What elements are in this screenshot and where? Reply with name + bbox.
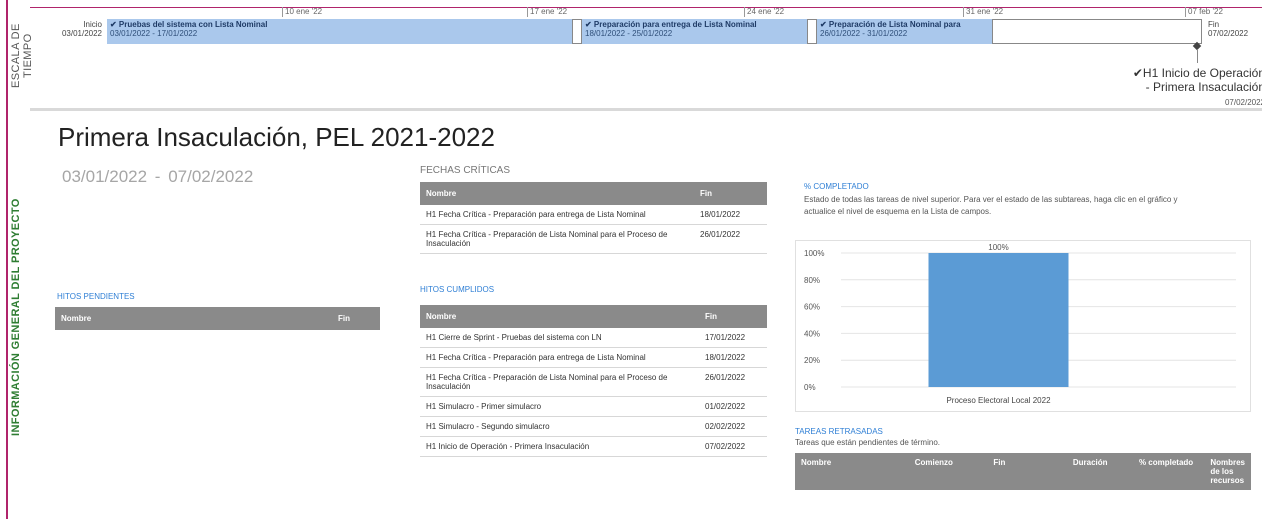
project-date-range: 03/01/2022 - 07/02/2022	[62, 167, 254, 186]
column-header: Comienzo	[908, 453, 988, 490]
table-header-row: Nombre Comienzo Fin Duración % completad…	[795, 453, 1251, 490]
timeline[interactable]: 10 ene '22 17 ene '22 24 ene '22 31 ene …	[30, 0, 1262, 110]
critical-dates-table[interactable]: Nombre Fin H1 Fecha Crítica - Preparació…	[420, 182, 767, 254]
table-cell: H1 Cierre de Sprint - Pruebas del sistem…	[420, 328, 699, 348]
timeline-axis	[30, 7, 1262, 8]
table-row[interactable]: H1 Cierre de Sprint - Pruebas del sistem…	[420, 328, 767, 348]
completed-milestones-table[interactable]: Nombre Fin H1 Cierre de Sprint - Pruebas…	[420, 305, 767, 457]
y-tick-label: 80%	[804, 276, 820, 285]
delayed-tasks-table[interactable]: Nombre Comienzo Fin Duración % completad…	[795, 453, 1251, 490]
table-header-row: Nombre Fin	[420, 182, 767, 205]
column-header: Fin	[694, 182, 767, 205]
left-accent-bar	[0, 0, 8, 519]
column-header: Nombre	[420, 182, 694, 205]
table-cell: H1 Fecha Crítica - Preparación para entr…	[420, 205, 694, 225]
timeline-tick: 07 feb '22	[1185, 7, 1223, 17]
column-header: Fin	[699, 305, 767, 328]
y-tick-label: 60%	[804, 303, 820, 312]
timeline-bar-title: ✔ Pruebas del sistema con Lista Nominal	[110, 20, 268, 29]
table-header-row: Nombre Fin	[420, 305, 767, 328]
table-cell: H1 Fecha Crítica - Preparación de Lista …	[420, 367, 699, 397]
table-cell: 17/01/2022	[699, 328, 767, 348]
timeline-start-date: 03/01/2022	[61, 29, 102, 38]
table-cell: 18/01/2022	[699, 347, 767, 368]
timeline-remaining	[992, 19, 1202, 44]
column-header: Fin	[332, 307, 380, 330]
timeline-end: Fin 07/02/2022	[1208, 20, 1248, 38]
timeline-start: Inicio 03/01/2022	[52, 20, 102, 38]
table-cell: 26/01/2022	[694, 224, 767, 254]
column-header: Nombres de los recursos	[1204, 453, 1251, 490]
table-cell: 18/01/2022	[694, 205, 767, 225]
timeline-bar-pruebas[interactable]: ✔ Pruebas del sistema con Lista Nominal …	[107, 19, 572, 44]
milestone-label[interactable]: ✔H1 Inicio de Operación - Primera Insacu…	[1125, 66, 1262, 110]
table-cell: H1 Fecha Crítica - Preparación de Lista …	[420, 224, 694, 254]
percent-complete-chart[interactable]: 0% 20% 40% 60% 80% 100% 100% Proceso Electoral …	[795, 240, 1251, 412]
critical-dates-heading: FECHAS CRÍTICAS	[420, 165, 511, 176]
percent-complete-description: Estado de todas las tareas de nivel supe…	[804, 195, 1178, 216]
column-header: Nombre	[55, 307, 332, 330]
pending-milestones-table[interactable]: Nombre Fin	[55, 307, 380, 330]
timeline-end-label: Fin	[1208, 20, 1220, 29]
table-row[interactable]: H1 Simulacro - Segundo simulacro 02/02/20…	[420, 416, 767, 437]
timeline-bar-title: ✔ Preparación de Lista Nominal para	[820, 20, 961, 29]
milestone-connector	[1197, 49, 1198, 63]
table-row[interactable]: H1 Simulacro - Primer simulacro 01/02/202…	[420, 396, 767, 417]
y-tick-label: 40%	[804, 329, 820, 338]
pending-milestones-heading: HITOS PENDIENTES	[57, 292, 135, 301]
table-cell: H1 Simulacro - Segundo simulacro	[420, 416, 699, 437]
table-cell: 07/02/2022	[699, 436, 767, 457]
milestone-line1: ✔H1 Inicio de Operación	[1132, 66, 1262, 80]
timeline-bar-range: 18/01/2022 - 25/01/2022	[585, 29, 673, 38]
timeline-start-label: Inicio	[83, 20, 102, 29]
timeline-tick: 24 ene '22	[744, 7, 784, 17]
table-cell: H1 Simulacro - Primer simulacro	[420, 396, 699, 417]
timeline-tick: 31 ene '22	[963, 7, 1003, 17]
timeline-bar-range: 03/01/2022 - 17/01/2022	[110, 29, 198, 38]
timeline-end-date: 07/02/2022	[1208, 29, 1249, 38]
completed-milestones-heading: HITOS CUMPLIDOS	[420, 285, 495, 294]
timeline-tick: 10 ene '22	[282, 7, 322, 17]
column-header: Fin	[987, 453, 1067, 490]
table-cell: 26/01/2022	[699, 367, 767, 397]
timeline-bar-preparacion-lista[interactable]: ✔ Preparación de Lista Nominal para 26/0…	[817, 19, 992, 44]
table-cell: 02/02/2022	[699, 416, 767, 437]
table-cell: H1 Inicio de Operación - Primera Insacul…	[420, 436, 699, 457]
timeline-tick: 17 ene '22	[527, 7, 567, 17]
percent-complete-heading: % COMPLETADO	[804, 182, 869, 191]
page-title: Primera Insaculación, PEL 2021-2022	[58, 122, 495, 152]
section-divider	[30, 108, 1262, 111]
data-label: 100%	[988, 243, 1008, 252]
timeline-gap	[572, 19, 582, 44]
table-header-row: Nombre Fin	[55, 307, 380, 330]
y-tick-label: 20%	[804, 356, 820, 365]
table-cell: 01/02/2022	[699, 396, 767, 417]
category-label: Proceso Electoral Local 2022	[946, 396, 1051, 405]
column-header: Nombre	[420, 305, 699, 328]
y-tick-label: 100%	[804, 249, 824, 258]
column-header: % completado	[1132, 453, 1205, 490]
timeline-bar-preparacion-entrega[interactable]: ✔ Preparación para entrega de Lista Nomi…	[582, 19, 807, 44]
table-row[interactable]: H1 Inicio de Operación - Primera Insacul…	[420, 436, 767, 457]
bar	[928, 253, 1069, 387]
timeline-gap	[807, 19, 817, 44]
table-row[interactable]: H1 Fecha Crítica - Preparación de Lista …	[420, 367, 767, 397]
table-cell: H1 Fecha Crítica - Preparación para entr…	[420, 347, 699, 368]
table-row[interactable]: H1 Fecha Crítica - Preparación para entr…	[420, 205, 767, 225]
overview-side-label: INFORMACIÓN GENERAL DEL PROYECTO	[10, 198, 22, 437]
timeline-bar-range: 26/01/2022 - 31/01/2022	[820, 29, 908, 38]
milestone-line2: - Primera Insaculación	[1145, 80, 1262, 94]
delayed-tasks-heading: TAREAS RETRASADAS	[795, 427, 883, 436]
table-row[interactable]: H1 Fecha Crítica - Preparación de Lista …	[420, 224, 767, 254]
column-header: Nombre	[795, 453, 909, 490]
y-tick-label: 0%	[804, 383, 816, 392]
column-header: Duración	[1066, 453, 1133, 490]
table-row[interactable]: H1 Fecha Crítica - Preparación para entr…	[420, 347, 767, 368]
delayed-tasks-subtitle: Tareas que están pendientes de término.	[795, 438, 940, 447]
timeline-bar-title: ✔ Preparación para entrega de Lista Nomi…	[585, 20, 757, 29]
chart-svg: 0% 20% 40% 60% 80% 100% 100% Proceso Electoral …	[804, 243, 1236, 405]
